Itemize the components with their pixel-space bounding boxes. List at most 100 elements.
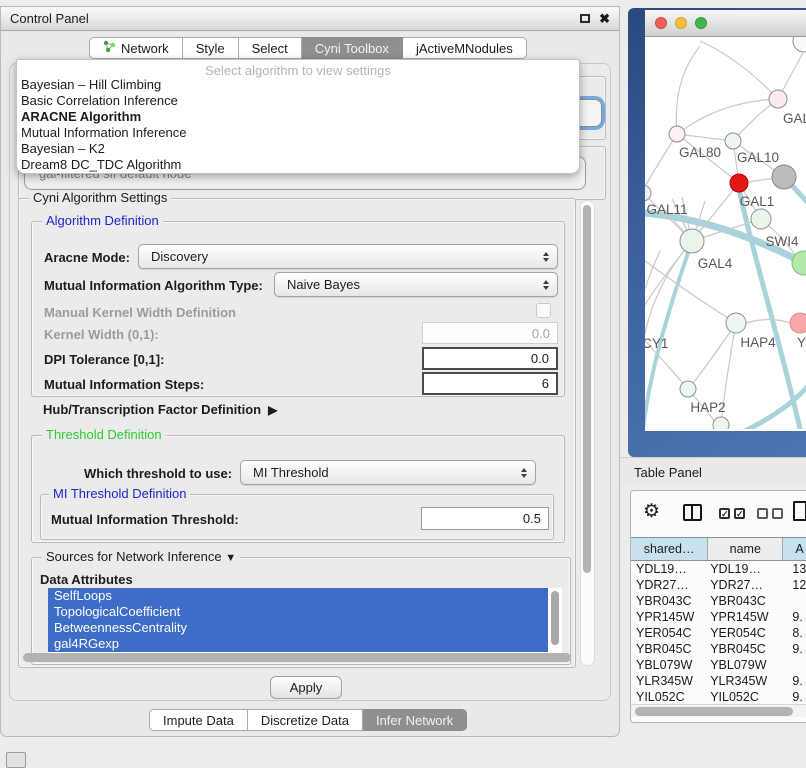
column-split-icon[interactable]	[683, 504, 702, 521]
column-header-shared[interactable]: shared…	[631, 538, 708, 560]
dropdown-item[interactable]: Bayesian – Hill Climbing	[17, 77, 579, 93]
attribute-item[interactable]: SelfLoops	[48, 588, 548, 604]
cell	[783, 657, 806, 673]
mi-threshold-label: Mutual Information Threshold:	[51, 512, 239, 527]
tab-select[interactable]: Select	[239, 37, 302, 59]
dropdown-item[interactable]: Basic Correlation Inference	[17, 93, 579, 109]
cell: YDL19…	[631, 561, 708, 577]
hub-definition-toggle[interactable]: Hub/Transcription Factor Definition ▶	[43, 402, 277, 417]
horizontal-scrollbar[interactable]	[23, 653, 571, 662]
node-salmon[interactable]	[790, 313, 806, 333]
attribute-item[interactable]: gal4RGexp	[48, 636, 548, 652]
cell: YBR045C	[631, 641, 708, 657]
cell: YBR043C	[708, 593, 783, 609]
table-panel-titlebar: Table Panel	[620, 457, 806, 486]
edge[interactable]	[690, 323, 736, 387]
node-gal10[interactable]	[725, 133, 741, 149]
tab-network[interactable]: Network	[89, 37, 183, 59]
node[interactable]	[713, 417, 729, 429]
mi-steps-field[interactable]: 6	[422, 372, 558, 395]
tab-infer-network[interactable]: Infer Network	[363, 709, 467, 731]
node-gal4[interactable]	[680, 229, 704, 253]
node-gal1-red[interactable]	[730, 174, 748, 192]
tab-cyni-toolbox[interactable]: Cyni Toolbox	[302, 37, 403, 59]
mi-threshold-field[interactable]: 0.5	[421, 507, 549, 530]
apply-button[interactable]: Apply	[270, 676, 342, 699]
list-scrollbar-thumb[interactable]	[551, 591, 559, 645]
cyni-toolbox-content: gal-filtered sif default node Select alg…	[9, 63, 611, 701]
edge[interactable]	[700, 41, 778, 99]
network-canvas[interactable]: GAL GAL80 GAL10 GAL1 GAL11 SWI4 GAL4 GCY…	[645, 37, 806, 429]
deselect-all-columns-button[interactable]	[757, 508, 783, 519]
edge[interactable]	[746, 320, 790, 324]
select-all-columns-button[interactable]: ✓ ✓	[719, 508, 745, 519]
tab-jactivemnodules[interactable]: jActiveMNodules	[403, 37, 527, 59]
node-gal80[interactable]	[669, 126, 685, 142]
column-header-a[interactable]: A	[783, 538, 806, 560]
node[interactable]	[793, 37, 806, 52]
dpi-tolerance-field[interactable]: 0.0	[422, 347, 558, 370]
edge[interactable]	[645, 134, 677, 186]
dropdown-item-selected[interactable]: ARACNE Algorithm	[17, 109, 579, 125]
cell: YBR045C	[708, 641, 783, 657]
cell: 9.	[783, 641, 806, 657]
corner-button[interactable]	[6, 752, 26, 768]
column-header-name[interactable]: name	[708, 538, 783, 560]
node-gal11[interactable]	[645, 185, 651, 201]
tab-impute-data[interactable]: Impute Data	[149, 709, 248, 731]
table-row[interactable]: YBR043C YBR043C	[631, 593, 806, 609]
node-gal-pink[interactable]	[769, 90, 787, 108]
tab-label: Select	[252, 41, 288, 56]
zoom-button[interactable]	[695, 17, 707, 29]
node-gray[interactable]	[772, 165, 796, 189]
page-icon[interactable]	[793, 501, 806, 521]
dropdown-item[interactable]: Dream8 DC_TDC Algorithm	[17, 157, 579, 173]
close-button[interactable]	[655, 17, 667, 29]
table-row[interactable]: YER054C YER054C 8.	[631, 625, 806, 641]
algorithm-definition-group: Algorithm Definition Aracne Mode: Discov…	[31, 221, 565, 397]
threshold-combo[interactable]: MI Threshold	[240, 460, 536, 485]
table-row[interactable]: YIL052C YIL052C 9.	[631, 689, 806, 702]
manual-kernel-checkbox[interactable]	[536, 303, 551, 318]
float-window-icon[interactable]	[580, 14, 590, 23]
dropdown-item[interactable]: Mutual Information Inference	[17, 125, 579, 141]
checkbox-checked-icon: ✓	[719, 508, 730, 519]
edge[interactable]	[684, 99, 778, 129]
collapse-down-icon: ▼	[225, 552, 236, 564]
table-horizontal-scrollbar[interactable]	[631, 704, 806, 717]
table-row[interactable]: YPR145W YPR145W 9.	[631, 609, 806, 625]
cell: YLR345W	[631, 673, 708, 689]
gear-icon[interactable]: ⚙	[643, 500, 660, 523]
control-panel-titlebar: Control Panel ✖	[1, 7, 619, 31]
kernel-width-field[interactable]: 0.0	[422, 322, 558, 344]
aracne-mode-combo[interactable]: Discovery	[138, 244, 558, 269]
checkbox-unchecked-icon	[772, 508, 783, 519]
close-icon[interactable]: ✖	[599, 14, 610, 24]
vertical-scrollbar[interactable]	[580, 200, 595, 666]
network-window: GAL GAL80 GAL10 GAL1 GAL11 SWI4 GAL4 GCY…	[645, 10, 806, 431]
cell: YPR145W	[631, 609, 708, 625]
table-row[interactable]: YDL19… YDL19… 13	[631, 561, 806, 577]
cell: YBR043C	[631, 593, 708, 609]
table-row[interactable]: YBR045C YBR045C 9.	[631, 641, 806, 657]
table-row[interactable]: YBL079W YBL079W	[631, 657, 806, 673]
node-swi4[interactable]	[751, 209, 771, 229]
cell: YBL079W	[708, 657, 783, 673]
table-row[interactable]: YLR345W YLR345W 9.	[631, 673, 806, 689]
scrollbar-thumb[interactable]	[635, 707, 793, 716]
node-hap4[interactable]	[726, 313, 746, 333]
sources-title-toggle[interactable]: Sources for Network Inference ▼	[42, 549, 240, 564]
scrollbar-thumb[interactable]	[583, 205, 591, 573]
node-label: GCY1	[645, 336, 668, 351]
tab-discretize-data[interactable]: Discretize Data	[248, 709, 363, 731]
tab-label: Cyni Toolbox	[315, 41, 389, 56]
dropdown-item[interactable]: Bayesian – K2	[17, 141, 579, 157]
attribute-item[interactable]: TopologicalCoefficient	[48, 604, 548, 620]
attribute-item[interactable]: BetweennessCentrality	[48, 620, 548, 636]
mi-type-combo[interactable]: Naive Bayes	[274, 272, 558, 297]
node-hap2[interactable]	[680, 381, 696, 397]
tab-style[interactable]: Style	[183, 37, 239, 59]
table-row[interactable]: YDR27… YDR27… 12	[631, 577, 806, 593]
minimize-button[interactable]	[675, 17, 687, 29]
edge[interactable]	[645, 251, 660, 323]
